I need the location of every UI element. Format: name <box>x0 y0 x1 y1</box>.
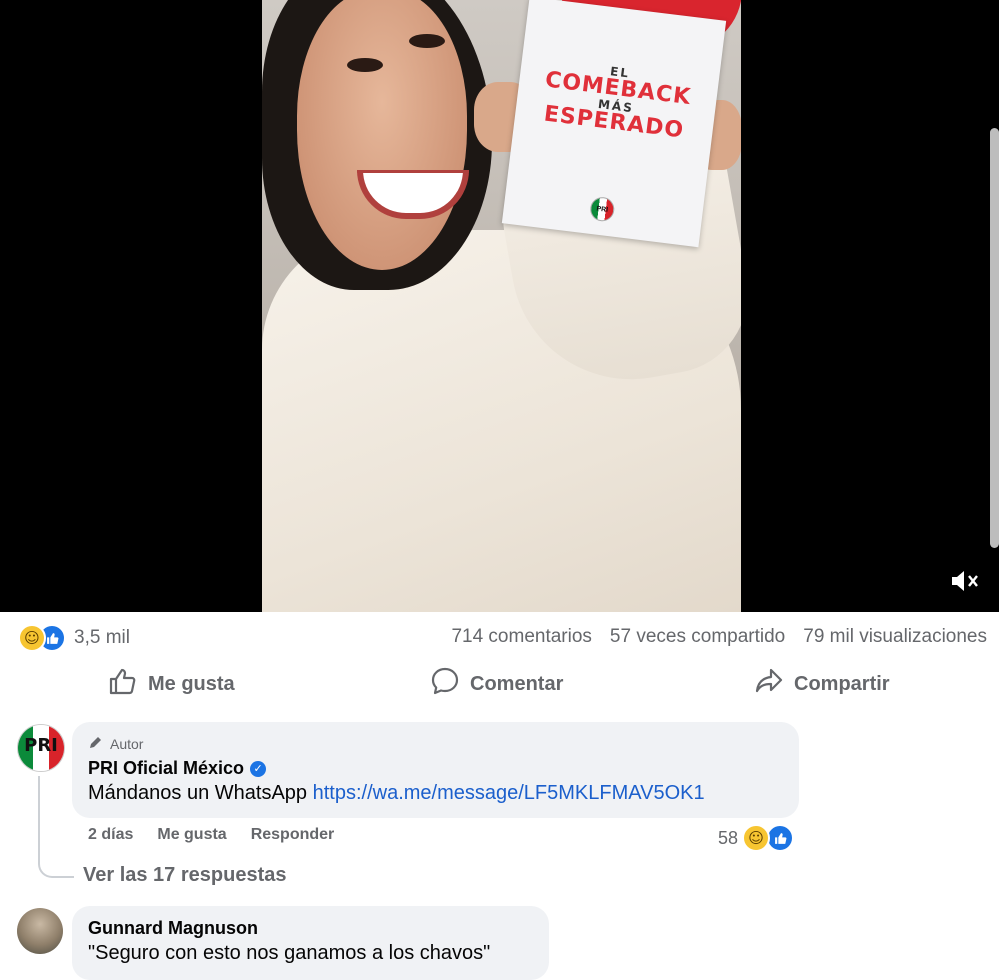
comment-button-label: Comentar <box>470 672 564 695</box>
haha-reaction-icon: ☺ <box>742 824 771 852</box>
comment-text-body: Mándanos un WhatsApp <box>88 782 313 804</box>
reaction-count: 3,5 mil <box>74 627 130 648</box>
haha-reaction-icon: ☺ <box>18 624 46 652</box>
view-replies-link[interactable]: Ver las 17 respuestas <box>83 864 286 887</box>
comment-time[interactable]: 2 días <box>88 826 133 844</box>
post-stats: ☺ 3,5 mil 714 comentarios 57 veces compa… <box>0 620 999 654</box>
comment-count-link[interactable]: 714 comentarios <box>451 626 591 648</box>
author-badge: Autor <box>88 734 143 753</box>
video-scrollbar[interactable] <box>990 128 999 548</box>
eye <box>409 34 445 48</box>
volume-muted-icon[interactable] <box>948 566 982 596</box>
comment-meta: 2 días Me gusta Responder <box>88 826 334 844</box>
like-button-label: Me gusta <box>148 672 235 695</box>
comment-like-button[interactable]: Me gusta <box>157 826 226 844</box>
author-tag-label: Autor <box>110 735 144 752</box>
comment-author[interactable]: PRI Oficial México ✓ <box>88 758 267 779</box>
like-reaction-icon <box>766 824 795 852</box>
verified-badge-icon: ✓ <box>250 760 267 777</box>
pri-avatar[interactable]: PRI <box>17 724 65 772</box>
eye <box>347 58 383 72</box>
thumbs-up-icon <box>108 666 138 702</box>
share-button[interactable]: Compartir <box>754 666 890 702</box>
thread-line <box>38 776 74 878</box>
like-button[interactable]: Me gusta <box>108 666 235 702</box>
comment-reply-button[interactable]: Responder <box>251 826 335 844</box>
comment-bubble-icon <box>430 666 460 702</box>
comment-text: "Seguro con esto nos ganamos a los chavo… <box>88 942 491 964</box>
comment-text: Mándanos un WhatsApp https://wa.me/messa… <box>88 782 705 805</box>
whatsapp-link[interactable]: https://wa.me/message/LF5MKLFMAV5OK1 <box>313 782 705 804</box>
share-count-link[interactable]: 57 veces compartido <box>610 626 785 648</box>
person-face <box>297 0 469 270</box>
pencil-icon <box>88 734 104 753</box>
avatar-letters: PRI <box>24 735 58 756</box>
comment-reaction-count: 58 <box>718 827 739 848</box>
comment-button[interactable]: Comentar <box>430 666 563 702</box>
comment-reactions[interactable]: 58 ☺ <box>718 824 795 852</box>
sign-paper: EL COMEBACK MÁS ESPERADO PRI <box>501 0 727 248</box>
comment-author-name[interactable]: PRI Oficial México <box>88 758 244 779</box>
sign-text: EL COMEBACK MÁS ESPERADO <box>514 54 719 146</box>
user-avatar[interactable] <box>17 908 63 954</box>
view-count: 79 mil visualizaciones <box>803 626 987 647</box>
share-button-label: Compartir <box>794 672 890 695</box>
comment-bubble: Autor PRI Oficial México ✓ Mándanos un W… <box>72 722 799 818</box>
reaction-summary[interactable]: ☺ 3,5 mil <box>18 624 130 652</box>
share-arrow-icon <box>754 666 784 702</box>
comment-bubble: Gunnard Magnuson "Seguro con esto nos ga… <box>72 906 549 980</box>
comment-author-name[interactable]: Gunnard Magnuson <box>88 918 258 939</box>
video-player[interactable]: EL COMEBACK MÁS ESPERADO PRI <box>0 0 999 612</box>
post-actions: Me gusta Comentar Compartir <box>0 660 999 704</box>
pri-logo: PRI <box>588 195 616 223</box>
